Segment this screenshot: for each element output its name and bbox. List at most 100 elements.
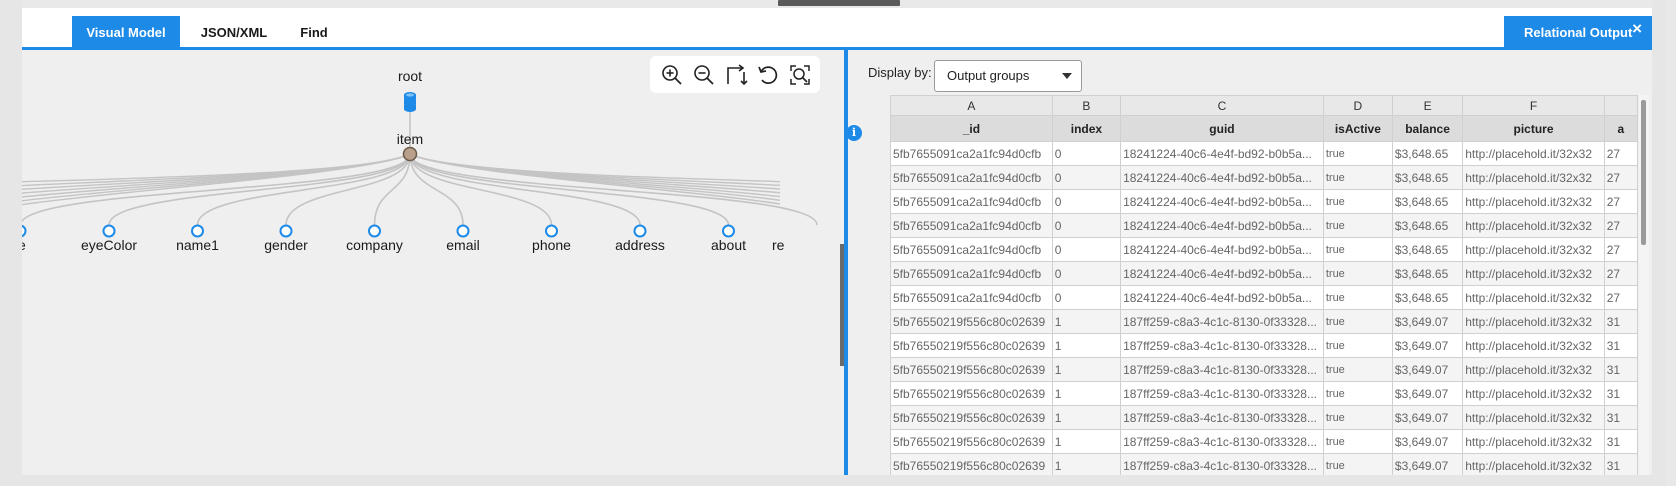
tab-json-xml[interactable]: JSON/XML bbox=[184, 16, 284, 47]
column-letter-extra[interactable] bbox=[1603, 95, 1638, 116]
cell-balance: $3,648.65 bbox=[1391, 165, 1464, 190]
tree-node-label: company bbox=[346, 237, 403, 253]
cell-isactive: true bbox=[1322, 381, 1393, 406]
close-icon[interactable]: × bbox=[1632, 12, 1642, 45]
column-letter-id[interactable]: A bbox=[890, 95, 1053, 116]
cell-extra: 27 bbox=[1603, 165, 1638, 190]
cell-balance: $3,648.65 bbox=[1391, 261, 1464, 286]
tab-find[interactable]: Find bbox=[284, 16, 344, 47]
cell-isactive: true bbox=[1322, 357, 1393, 382]
chevron-down-icon bbox=[1062, 73, 1072, 79]
column-letter-isactive[interactable]: D bbox=[1322, 95, 1393, 116]
display-by-select[interactable]: Output groups bbox=[934, 60, 1082, 92]
cell-balance: $3,649.07 bbox=[1391, 309, 1464, 334]
tree-node-phone[interactable] bbox=[545, 224, 558, 238]
tree-node-company[interactable] bbox=[368, 224, 381, 238]
cell-isactive: true bbox=[1322, 237, 1393, 262]
tree-node-label: about bbox=[711, 237, 746, 253]
tree-node-gender[interactable] bbox=[279, 224, 293, 238]
tree-node-item[interactable] bbox=[402, 146, 418, 162]
cell-index: 1 bbox=[1051, 381, 1122, 406]
column-letter-guid[interactable]: C bbox=[1120, 95, 1324, 116]
tree-root-label: root bbox=[398, 68, 422, 84]
cell-isactive: true bbox=[1322, 453, 1393, 475]
column-header-id[interactable]: _id bbox=[890, 115, 1053, 142]
cell-balance: $3,649.07 bbox=[1391, 429, 1464, 454]
zoom-in-icon[interactable] bbox=[660, 63, 684, 87]
cell-extra: 27 bbox=[1603, 141, 1638, 166]
tree-node-label-cut: e bbox=[22, 237, 26, 253]
outer-vertical-scrollbar[interactable] bbox=[1666, 0, 1676, 486]
tree-link-child bbox=[409, 153, 818, 226]
cell-picture: http://placehold.it/32x32 bbox=[1462, 309, 1605, 334]
table-row[interactable]: 5fb76550219f556c80c02639 1 187ff259-c8a3-4… bbox=[890, 405, 1638, 430]
table-row[interactable]: 5fb7655091ca2a1fc94d0cfb 0 18241224-40c6-4… bbox=[890, 237, 1638, 262]
cell-picture: http://placehold.it/32x32 bbox=[1462, 285, 1605, 310]
column-header-isactive[interactable]: isActive bbox=[1322, 115, 1393, 142]
table-row[interactable]: 5fb7655091ca2a1fc94d0cfb 0 18241224-40c6-4… bbox=[890, 189, 1638, 214]
tree-node-about[interactable] bbox=[722, 224, 735, 238]
tab-relational-output[interactable]: Relational Output × bbox=[1504, 16, 1652, 47]
tree-link bbox=[409, 153, 793, 195]
zoom-to-fit-icon[interactable] bbox=[788, 63, 812, 87]
reset-icon[interactable] bbox=[756, 63, 780, 87]
table-row[interactable]: 5fb7655091ca2a1fc94d0cfb 0 18241224-40c6-4… bbox=[890, 285, 1638, 310]
tree-link bbox=[22, 153, 411, 194]
cell-picture: http://placehold.it/32x32 bbox=[1462, 141, 1605, 166]
visual-model-canvas[interactable]: eyeColor name1 gender company email phone addr… bbox=[22, 50, 844, 475]
cell-extra: 31 bbox=[1603, 381, 1638, 406]
cell-guid: 18241224-40c6-4e4f-bd92-b0b5a... bbox=[1120, 189, 1324, 214]
column-letter-balance[interactable]: E bbox=[1391, 95, 1464, 116]
grid-vertical-scrollbar[interactable] bbox=[1639, 95, 1649, 475]
cell-extra: 27 bbox=[1603, 237, 1638, 262]
tab-visual-model[interactable]: Visual Model bbox=[72, 16, 180, 47]
table-row[interactable]: 5fb76550219f556c80c02639 1 187ff259-c8a3-4… bbox=[890, 381, 1638, 406]
cell-picture: http://placehold.it/32x32 bbox=[1462, 213, 1605, 238]
tree-node-name1[interactable] bbox=[191, 224, 204, 238]
table-row[interactable]: 5fb76550219f556c80c02639 1 187ff259-c8a3-4… bbox=[890, 309, 1638, 334]
cell-balance: $3,649.07 bbox=[1391, 405, 1464, 430]
column-header-extra[interactable]: a bbox=[1603, 115, 1638, 142]
table-row[interactable]: 5fb7655091ca2a1fc94d0cfb 0 18241224-40c6-4… bbox=[890, 213, 1638, 238]
tree-node-label: phone bbox=[532, 237, 571, 253]
cell-extra: 31 bbox=[1603, 429, 1638, 454]
display-by-label: Display by: bbox=[868, 65, 932, 80]
tree-node-label-cut: re bbox=[772, 237, 785, 253]
column-header-index[interactable]: index bbox=[1051, 115, 1122, 142]
cell-guid: 18241224-40c6-4e4f-bd92-b0b5a... bbox=[1120, 213, 1324, 238]
table-row[interactable]: 5fb7655091ca2a1fc94d0cfb 0 18241224-40c6-4… bbox=[890, 141, 1638, 166]
table-row[interactable]: 5fb76550219f556c80c02639 1 187ff259-c8a3-4… bbox=[890, 357, 1638, 382]
column-header-guid[interactable]: guid bbox=[1120, 115, 1324, 142]
table-row[interactable]: 5fb7655091ca2a1fc94d0cfb 0 18241224-40c6-4… bbox=[890, 165, 1638, 190]
cell-guid: 187ff259-c8a3-4c1c-8130-0f33328... bbox=[1120, 357, 1324, 382]
tree-node-cut[interactable] bbox=[22, 224, 27, 238]
table-row[interactable]: 5fb76550219f556c80c02639 1 187ff259-c8a3-4… bbox=[890, 333, 1638, 358]
table-row[interactable]: 5fb7655091ca2a1fc94d0cfb 0 18241224-40c6-4… bbox=[890, 261, 1638, 286]
tree-node-email[interactable] bbox=[456, 224, 470, 238]
cell-picture: http://placehold.it/32x32 bbox=[1462, 357, 1605, 382]
column-letter-index[interactable]: B bbox=[1051, 95, 1122, 116]
cell-id: 5fb76550219f556c80c02639 bbox=[890, 333, 1053, 358]
cell-extra: 31 bbox=[1603, 453, 1638, 475]
zoom-out-icon[interactable] bbox=[692, 63, 716, 87]
column-header-picture[interactable]: picture bbox=[1462, 115, 1605, 142]
cell-id: 5fb76550219f556c80c02639 bbox=[890, 429, 1053, 454]
tree-node-address[interactable] bbox=[633, 224, 647, 238]
cell-isactive: true bbox=[1322, 285, 1393, 310]
scrollbar-thumb[interactable] bbox=[1641, 100, 1646, 245]
display-by-value: Output groups bbox=[947, 68, 1030, 83]
cell-index: 1 bbox=[1051, 333, 1122, 358]
panel-resize-handle[interactable] bbox=[778, 0, 900, 6]
column-headers-row: _id index guid isActive balance picture a bbox=[890, 115, 1638, 142]
cell-balance: $3,648.65 bbox=[1391, 285, 1464, 310]
info-icon[interactable]: i bbox=[848, 125, 862, 141]
table-row[interactable]: 5fb76550219f556c80c02639 1 187ff259-c8a3-4… bbox=[890, 429, 1638, 454]
cell-guid: 187ff259-c8a3-4c1c-8130-0f33328... bbox=[1120, 309, 1324, 334]
database-icon[interactable] bbox=[404, 92, 416, 112]
tree-node-eyecolor[interactable] bbox=[102, 224, 116, 238]
orthogonal-links-icon[interactable] bbox=[724, 63, 748, 87]
column-letter-picture[interactable]: F bbox=[1462, 95, 1605, 116]
cell-extra: 31 bbox=[1603, 309, 1638, 334]
table-row[interactable]: 5fb76550219f556c80c02639 1 187ff259-c8a3-4… bbox=[890, 453, 1638, 475]
column-header-balance[interactable]: balance bbox=[1391, 115, 1464, 142]
